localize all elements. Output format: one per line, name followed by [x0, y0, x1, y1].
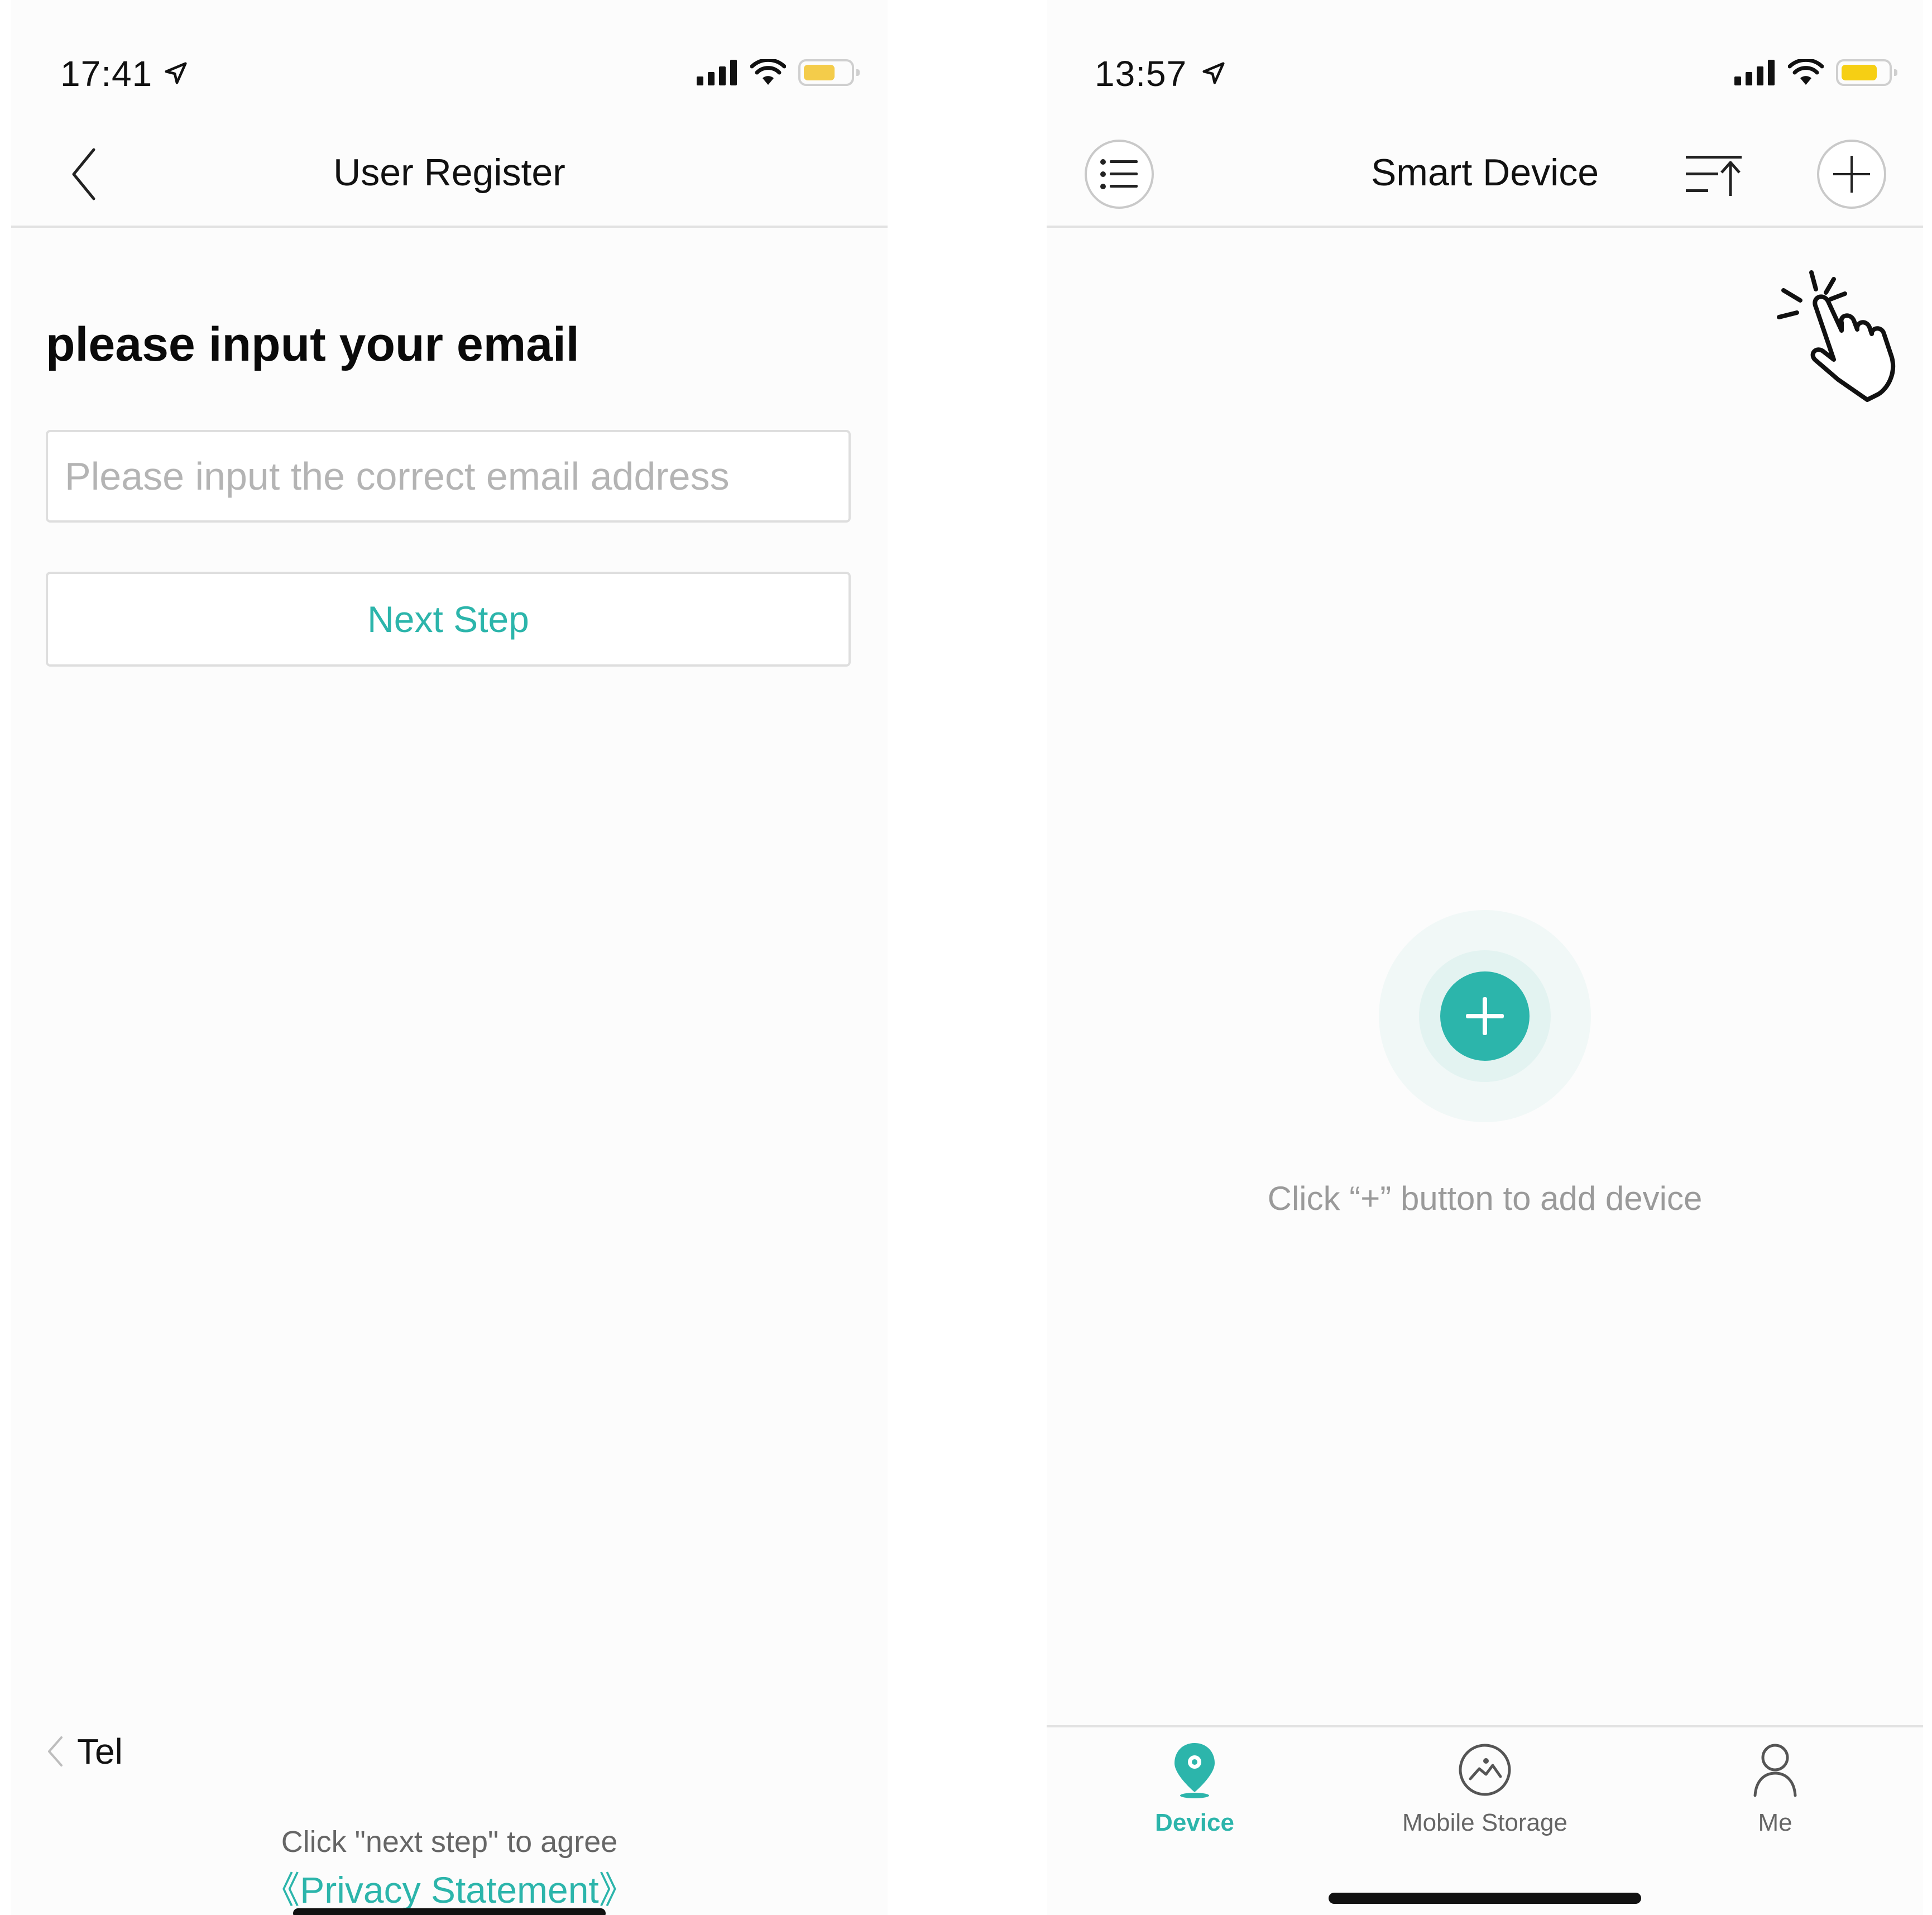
wifi-icon	[750, 59, 786, 85]
plus-icon	[1466, 997, 1504, 1035]
privacy-statement-link[interactable]: 《Privacy Statement》	[11, 1860, 888, 1914]
tab-me[interactable]: Me	[1683, 1741, 1867, 1837]
status-icons	[1734, 56, 1897, 89]
next-step-button[interactable]: Next Step	[46, 572, 851, 667]
tab-device[interactable]: Device	[1102, 1741, 1287, 1837]
location-arrow-icon	[165, 62, 187, 84]
status-icons	[697, 56, 860, 89]
battery-icon	[1836, 59, 1897, 86]
tab-me-label: Me	[1758, 1809, 1792, 1836]
header-divider	[1047, 226, 1923, 228]
battery-level	[1842, 65, 1877, 80]
home-indicator	[293, 1908, 606, 1915]
location-arrow-icon	[1202, 62, 1225, 84]
home-indicator	[1329, 1893, 1641, 1904]
empty-state-hint: Click “+” button to add device	[1267, 1180, 1703, 1217]
person-icon	[1753, 1744, 1797, 1797]
page-title: User Register	[333, 151, 565, 194]
user-register-screen: 17:41 User Register please input your em…	[11, 0, 888, 1915]
tel-label: Tel	[77, 1731, 123, 1772]
tab-device-label: Device	[1155, 1809, 1234, 1836]
image-icon	[1459, 1744, 1511, 1796]
battery-icon	[798, 59, 860, 86]
tabbar-divider	[1047, 1725, 1923, 1727]
battery-level	[804, 65, 835, 80]
email-input[interactable]	[46, 430, 851, 523]
wifi-icon	[1788, 59, 1824, 85]
sort-button[interactable]	[1686, 154, 1744, 196]
list-icon	[1100, 159, 1138, 189]
add-device-header-button[interactable]	[1817, 140, 1886, 209]
signal-icon	[1734, 60, 1775, 85]
tel-link[interactable]: Tel	[46, 1731, 123, 1772]
add-device-button[interactable]	[1440, 971, 1530, 1061]
status-time: 17:41	[60, 54, 153, 94]
tab-mobile-storage[interactable]: Mobile Storage	[1393, 1741, 1577, 1837]
plus-icon	[1833, 156, 1870, 193]
agree-text: Click "next step" to agree	[281, 1825, 618, 1859]
tab-mobile-storage-label: Mobile Storage	[1402, 1809, 1567, 1836]
chevron-left-icon	[48, 1736, 63, 1766]
signal-icon	[697, 60, 737, 85]
smart-device-screen: 13:57 Smart Device Click “+” button to a…	[1047, 0, 1923, 1915]
header-divider	[11, 226, 888, 228]
tap-hand-icon	[1777, 270, 1896, 402]
email-heading: please input your email	[46, 318, 579, 371]
page-title: Smart Device	[1370, 151, 1599, 194]
location-pin-icon	[1174, 1743, 1215, 1798]
status-time: 13:57	[1095, 54, 1187, 94]
menu-button[interactable]	[1085, 140, 1154, 209]
